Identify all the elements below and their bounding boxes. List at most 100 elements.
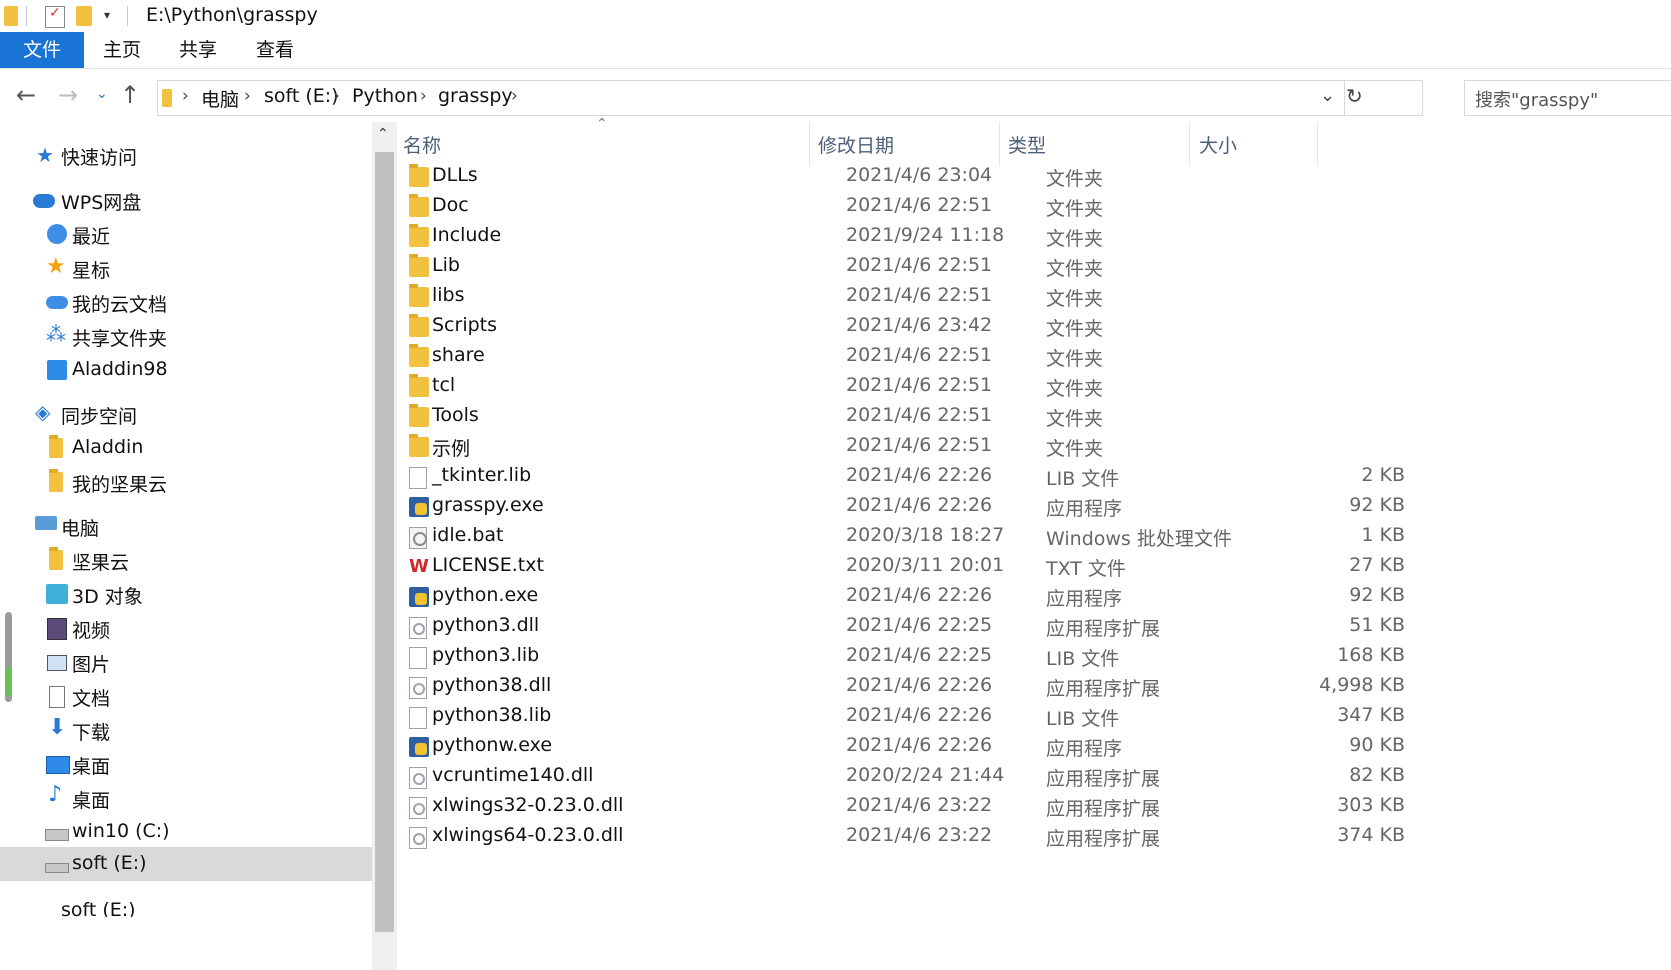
sidebar-item-pictures[interactable]: 图片: [0, 645, 372, 679]
file-row[interactable]: 示例 2021/4/6 22:51 文件夹: [397, 431, 1387, 463]
breadcrumb-separator-icon[interactable]: ›: [182, 86, 189, 106]
file-row[interactable]: pythonw.exe 2021/4/6 22:26 应用程序 90 KB: [397, 731, 1405, 763]
resize-grip-icon[interactable]: [5, 612, 12, 702]
breadcrumb-separator-icon[interactable]: ›: [244, 86, 251, 106]
sidebar-item-desktop[interactable]: 桌面: [0, 747, 372, 781]
sidebar-item-drive-e[interactable]: soft (E:): [0, 847, 372, 881]
properties-icon[interactable]: ✓: [45, 5, 65, 28]
file-row[interactable]: grasspy.exe 2021/4/6 22:26 应用程序 92 KB: [397, 491, 1405, 523]
file-row[interactable]: share 2021/4/6 22:51 文件夹: [397, 341, 1387, 373]
tab-share[interactable]: 共享: [172, 32, 224, 68]
file-name: python38.dll: [432, 674, 552, 696]
breadcrumb-separator-icon[interactable]: ›: [511, 86, 518, 106]
file-row[interactable]: W LICENSE.txt 2020/3/11 20:01 TXT 文件 27 KB: [397, 551, 1405, 583]
sidebar-item-recent[interactable]: 最近: [0, 217, 372, 251]
sidebar-item-downloads[interactable]: ⬇ 下载: [0, 713, 372, 747]
file-row[interactable]: python3.dll 2021/4/6 22:25 应用程序扩展 51 KB: [397, 611, 1405, 643]
sidebar-item-sync-space[interactable]: ◈ 同步空间: [0, 397, 372, 431]
sidebar-item-starred[interactable]: ★ 星标: [0, 251, 372, 285]
column-header-size[interactable]: 大小: [1199, 131, 1237, 158]
sidebar-item-aladdin98[interactable]: Aladdin98: [0, 353, 372, 387]
sidebar-item-videos[interactable]: 视频: [0, 611, 372, 645]
file-row[interactable]: Include 2021/9/24 11:18 文件夹: [397, 221, 1387, 253]
breadcrumb-computer[interactable]: 电脑: [201, 85, 239, 112]
breadcrumb-grasspy[interactable]: grasspy: [438, 85, 513, 107]
file-row[interactable]: Scripts 2021/4/6 23:42 文件夹: [397, 311, 1387, 343]
sidebar-item-shared-folder[interactable]: ⁂ 共享文件夹: [0, 319, 372, 353]
forward-arrow-icon[interactable]: →: [58, 81, 78, 109]
search-input[interactable]: 搜索"grasspy": [1464, 80, 1671, 116]
column-header-date[interactable]: 修改日期: [818, 131, 894, 158]
column-header-name[interactable]: 名称: [403, 131, 441, 158]
column-divider[interactable]: [999, 122, 1000, 166]
sidebar-scrollbar[interactable]: ⌃: [372, 122, 397, 970]
file-size: 347 KB: [1337, 704, 1405, 726]
file-name: _tkinter.lib: [432, 464, 532, 486]
tab-file[interactable]: 文件: [0, 32, 84, 68]
sidebar-item-3d-objects[interactable]: 3D 对象: [0, 577, 372, 611]
column-divider[interactable]: [1189, 122, 1190, 166]
tab-home[interactable]: 主页: [96, 32, 148, 68]
sidebar-item-aladdin[interactable]: Aladdin: [0, 431, 372, 465]
file-row[interactable]: _tkinter.lib 2021/4/6 22:26 LIB 文件 2 KB: [397, 461, 1405, 493]
file-row[interactable]: Lib 2021/4/6 22:51 文件夹: [397, 251, 1387, 283]
navigation-bar: ← → ⌄ ↑ › 电脑 › soft (E:) › Python › gras…: [0, 72, 1671, 122]
file-type: 文件夹: [1046, 438, 1104, 460]
document-icon: [49, 686, 65, 708]
breadcrumb-python[interactable]: Python: [352, 85, 418, 107]
column-divider[interactable]: [1317, 122, 1318, 166]
file-row[interactable]: python38.dll 2021/4/6 22:26 应用程序扩展 4,998 KB: [397, 671, 1405, 703]
sidebar-item-jianguoyun[interactable]: 坚果云: [0, 543, 372, 577]
file-row[interactable]: idle.bat 2020/3/18 18:27 Windows 批处理文件 1 KB: [397, 521, 1405, 553]
file-row[interactable]: xlwings32-0.23.0.dll 2021/4/6 23:22 应用程序扩展…: [397, 791, 1405, 823]
back-arrow-icon[interactable]: ←: [16, 81, 36, 109]
sidebar-item-quick-access[interactable]: ★ 快速访问: [0, 138, 372, 172]
scrollbar-thumb[interactable]: [375, 152, 394, 932]
dll-file-icon: [409, 677, 427, 699]
file-size: 4,998 KB: [1319, 674, 1405, 696]
sidebar-item-drive-c[interactable]: win10 (C:): [0, 815, 372, 849]
file-type: 应用程序扩展: [1046, 768, 1161, 790]
address-dropdown-chevron-icon[interactable]: ⌄: [1320, 85, 1335, 106]
address-bar[interactable]: › 电脑 › soft (E:) › Python › grasspy › ⌄ …: [157, 80, 1423, 116]
scroll-up-chevron-icon[interactable]: ⌃: [377, 126, 389, 142]
column-divider[interactable]: [809, 122, 810, 166]
tab-view[interactable]: 查看: [249, 32, 301, 68]
sidebar-item-wps-cloud[interactable]: WPS网盘: [0, 183, 372, 217]
file-row[interactable]: DLLs 2021/4/6 23:04 文件夹: [397, 161, 1387, 193]
sidebar-item-documents[interactable]: 文档: [0, 679, 372, 713]
file-row[interactable]: tcl 2021/4/6 22:51 文件夹: [397, 371, 1387, 403]
recent-locations-chevron-icon[interactable]: ⌄: [96, 86, 108, 102]
breadcrumb-drive[interactable]: soft (E:): [264, 85, 339, 107]
up-arrow-icon[interactable]: ↑: [120, 81, 140, 109]
file-size: 2 KB: [1361, 464, 1405, 486]
music-icon: ♪: [48, 782, 63, 807]
file-row[interactable]: python.exe 2021/4/6 22:26 应用程序 92 KB: [397, 581, 1405, 613]
sidebar-item-music[interactable]: ♪ 桌面: [0, 781, 372, 815]
sidebar-item-computer[interactable]: 电脑: [0, 509, 372, 543]
file-row[interactable]: vcruntime140.dll 2020/2/24 21:44 应用程序扩展 82 …: [397, 761, 1405, 793]
sidebar-item-my-jianguoyun[interactable]: 我的坚果云: [0, 465, 372, 499]
refresh-icon[interactable]: ↻: [1346, 84, 1363, 108]
ribbon: 文件 主页 共享 查看: [0, 32, 1671, 69]
breadcrumb-separator-icon[interactable]: ›: [420, 86, 427, 106]
file-row[interactable]: Tools 2021/4/6 22:51 文件夹: [397, 401, 1387, 433]
new-folder-icon[interactable]: [76, 6, 92, 26]
breadcrumb-separator-icon[interactable]: ›: [333, 86, 340, 106]
file-row[interactable]: python38.lib 2021/4/6 22:26 LIB 文件 347 KB: [397, 701, 1405, 733]
file-row[interactable]: Doc 2021/4/6 22:51 文件夹: [397, 191, 1387, 223]
folder-icon: [409, 194, 429, 217]
customize-quick-access-icon[interactable]: ▾: [104, 8, 110, 28]
sidebar-item-my-cloud-docs[interactable]: 我的云文档: [0, 285, 372, 319]
file-type: 文件夹: [1046, 318, 1104, 340]
file-row[interactable]: python3.lib 2021/4/6 22:25 LIB 文件 168 KB: [397, 641, 1405, 673]
column-header-type[interactable]: 类型: [1008, 131, 1046, 158]
file-row[interactable]: libs 2021/4/6 22:51 文件夹: [397, 281, 1387, 313]
sidebar-item-label: Aladdin: [72, 436, 144, 458]
share-icon: ⁂: [46, 322, 66, 346]
file-row[interactable]: xlwings64-0.23.0.dll 2021/4/6 23:22 应用程序扩展…: [397, 821, 1405, 853]
sidebar-item-label: 同步空间: [61, 406, 138, 428]
file-name: idle.bat: [432, 524, 504, 546]
file-name: Include: [432, 224, 502, 246]
sidebar-item-drive-e-network[interactable]: soft (E:): [0, 893, 372, 917]
